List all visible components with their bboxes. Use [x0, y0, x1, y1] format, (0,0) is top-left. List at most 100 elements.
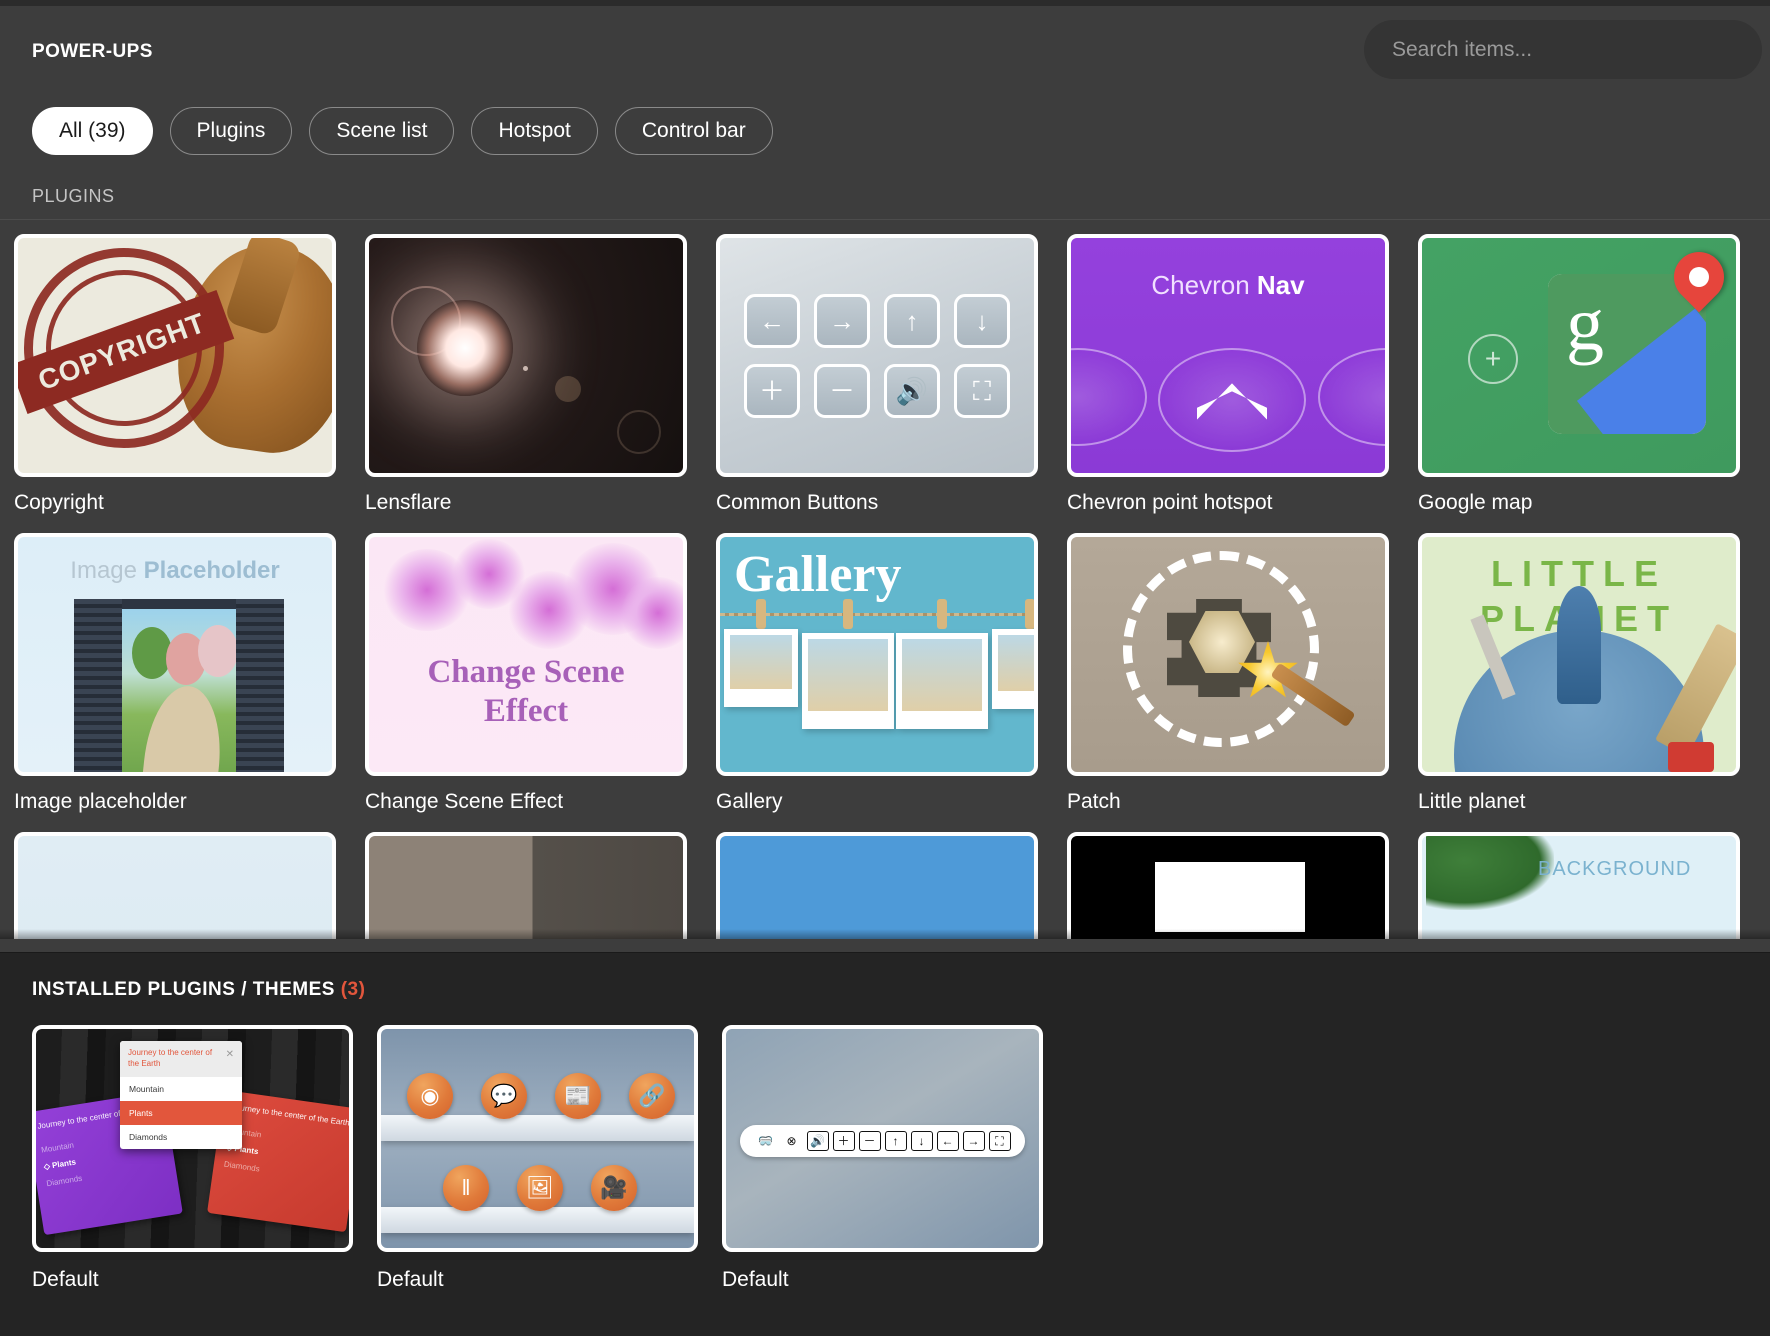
- close-icon[interactable]: ✕: [226, 1048, 234, 1070]
- common-button-icon: →: [814, 294, 870, 348]
- common-button-icon: 🔊: [884, 364, 940, 418]
- plugin-card[interactable]: [1067, 832, 1389, 939]
- plugin-card-label: Image placeholder: [14, 790, 336, 814]
- plugin-card[interactable]: ←→↑↓ ＋－🔊⛶Common Buttons: [716, 234, 1038, 515]
- gallery-photo-icon: [802, 633, 894, 729]
- button-row: ＋－🔊⛶: [744, 364, 1010, 418]
- plugin-thumbnail-gmap: + g: [1418, 234, 1740, 477]
- common-button-icon: ←: [744, 294, 800, 348]
- filter-chip-hotspot[interactable]: Hotspot: [471, 107, 597, 155]
- gallery-photo-icon: [896, 633, 988, 729]
- plugin-thumbnail-p1: [14, 832, 336, 939]
- gherkin-building-icon: [1557, 586, 1601, 704]
- control-bar-button-icon: →: [963, 1131, 985, 1151]
- plugin-card[interactable]: Lensflare: [365, 234, 687, 515]
- common-button-icon: ↑: [884, 294, 940, 348]
- chevron-ellipse-icon: [1158, 348, 1306, 452]
- plugin-card[interactable]: COPYRIGHTCopyright: [14, 234, 336, 515]
- button-row: ← → ↑ ↓: [744, 294, 1010, 348]
- control-bar-button-icon: ⊗: [781, 1131, 803, 1151]
- chevron-nav-title: Chevron Nav: [1071, 270, 1385, 301]
- search-field-wrapper: [1364, 20, 1762, 79]
- plugin-card[interactable]: + g Google map: [1418, 234, 1740, 515]
- installed-themes-row: Journey to the center of the Earth Mount…: [0, 1001, 1770, 1292]
- section-label-plugins: PLUGINS: [0, 164, 1770, 219]
- plugin-thumbnail-p3: [716, 832, 1038, 939]
- plugin-card[interactable]: [14, 832, 336, 939]
- installed-title: INSTALLED PLUGINS / THEMES: [32, 979, 335, 1000]
- page-title: POWER-UPS: [32, 41, 153, 63]
- plugin-thumbnail-patch: [1067, 533, 1389, 776]
- plugin-card-label: Little planet: [1418, 790, 1740, 814]
- plugin-thumbnail-lensflare: [365, 234, 687, 477]
- plugin-card-label: Lensflare: [365, 491, 687, 515]
- installed-theme-card[interactable]: Journey to the center of the Earth Mount…: [32, 1025, 353, 1292]
- gallery-photo-icon: [992, 629, 1038, 709]
- plugin-thumbnail-p5: BACKGROUND: [1418, 832, 1740, 939]
- filter-chip-scene-list[interactable]: Scene list: [309, 107, 454, 155]
- plugin-thumbnail-gallery: Gallery: [716, 533, 1038, 776]
- plugin-card[interactable]: Image Placeholder Image placeholder: [14, 533, 336, 814]
- plugin-thumbnail-imgph: Image Placeholder: [14, 533, 336, 776]
- background-label: BACKGROUND: [1538, 858, 1691, 881]
- sun-flare-icon: [417, 300, 513, 396]
- plugin-thumbnail-cse: Change SceneEffect: [365, 533, 687, 776]
- installed-panel: INSTALLED PLUGINS / THEMES (3) Journey t…: [0, 952, 1770, 1336]
- plugin-thumbnail-buttons: ←→↑↓ ＋－🔊⛶: [716, 234, 1038, 477]
- scene-list-row[interactable]: Mountain: [120, 1077, 242, 1101]
- window-shutter-icon: [74, 599, 284, 776]
- filter-chip-bar: All (39) Plugins Scene list Hotspot Control …: [0, 98, 1770, 164]
- gallery-title: Gallery: [734, 545, 902, 604]
- hotspot-icon: ◉: [407, 1073, 453, 1119]
- installed-theme-card[interactable]: 🥽⊗🔊＋－↑↓←→⛶ Default: [722, 1025, 1043, 1292]
- chevron-ellipse-icon: [1067, 348, 1147, 446]
- plugin-card-label: Chevron point hotspot: [1067, 491, 1389, 515]
- installed-theme-label: Default: [722, 1268, 1043, 1292]
- control-bar-button-icon: ←: [937, 1131, 959, 1151]
- installed-theme-label: Default: [32, 1268, 353, 1292]
- change-scene-effect-text: Change SceneEffect: [369, 653, 683, 731]
- plugin-card[interactable]: Change SceneEffectChange Scene Effect: [365, 533, 687, 814]
- installed-theme-label: Default: [377, 1268, 698, 1292]
- chevron-ellipse-icon: [1318, 348, 1389, 446]
- control-bar-button-icon: ↑: [885, 1131, 907, 1151]
- popup-title: Journey to the center of the Earth: [128, 1048, 222, 1070]
- plugin-card[interactable]: Chevron Nav Chevron point hotspot: [1067, 234, 1389, 515]
- add-hotspot-icon: +: [1468, 334, 1518, 384]
- plugin-card[interactable]: [365, 832, 687, 939]
- flare-ghost-icon: [617, 410, 661, 454]
- plugin-card[interactable]: Patch: [1067, 533, 1389, 814]
- plugin-card[interactable]: Gallery Gallery: [716, 533, 1038, 814]
- control-bar-button-icon: ⛶: [989, 1131, 1011, 1151]
- installed-header: INSTALLED PLUGINS / THEMES (3): [0, 953, 1770, 1001]
- control-bar-button-icon: 🥽: [755, 1131, 777, 1151]
- control-bar-button-icon: 🔊: [807, 1131, 829, 1151]
- hotspot-icon: 📰: [555, 1073, 601, 1119]
- installed-theme-card[interactable]: ◉💬📰🔗‖🖼🎥Default: [377, 1025, 698, 1292]
- filter-chip-plugins[interactable]: Plugins: [170, 107, 293, 155]
- control-bar-button-icon: －: [859, 1131, 881, 1151]
- hotspot-icon: ‖: [443, 1165, 489, 1211]
- filter-chip-all-39[interactable]: All (39): [32, 107, 153, 155]
- london-bus-icon: [1668, 742, 1714, 772]
- google-g-letter: g: [1566, 286, 1604, 362]
- plugin-thumbnail-p2: [365, 832, 687, 939]
- plugin-card-label: Common Buttons: [716, 491, 1038, 515]
- control-bar-button-icon: ↓: [911, 1131, 933, 1151]
- search-input[interactable]: [1364, 20, 1762, 79]
- gallery-rope: [720, 613, 1034, 616]
- scene-list-row[interactable]: Diamonds: [120, 1125, 242, 1149]
- common-button-icon: ↓: [954, 294, 1010, 348]
- scene-list-row[interactable]: Plants: [120, 1101, 242, 1125]
- hotspot-icon: 💬: [481, 1073, 527, 1119]
- common-button-icon: ⛶: [954, 364, 1010, 418]
- plugin-card[interactable]: BACKGROUND: [1418, 832, 1740, 939]
- control-bar-button-icon: ＋: [833, 1131, 855, 1151]
- plugins-scroll-area[interactable]: COPYRIGHTCopyright Lensflare←→↑↓ ＋－🔊⛶Com…: [0, 220, 1770, 939]
- filter-chip-control-bar[interactable]: Control bar: [615, 107, 773, 155]
- hotspot-icon: 🎥: [591, 1165, 637, 1211]
- plugin-card[interactable]: [716, 832, 1038, 939]
- control-bar-preview: 🥽⊗🔊＋－↑↓←→⛶: [740, 1125, 1025, 1157]
- plugin-card[interactable]: LITTLEPLANET Little planet: [1418, 533, 1740, 814]
- image-placeholder-title: Image Placeholder: [18, 557, 332, 585]
